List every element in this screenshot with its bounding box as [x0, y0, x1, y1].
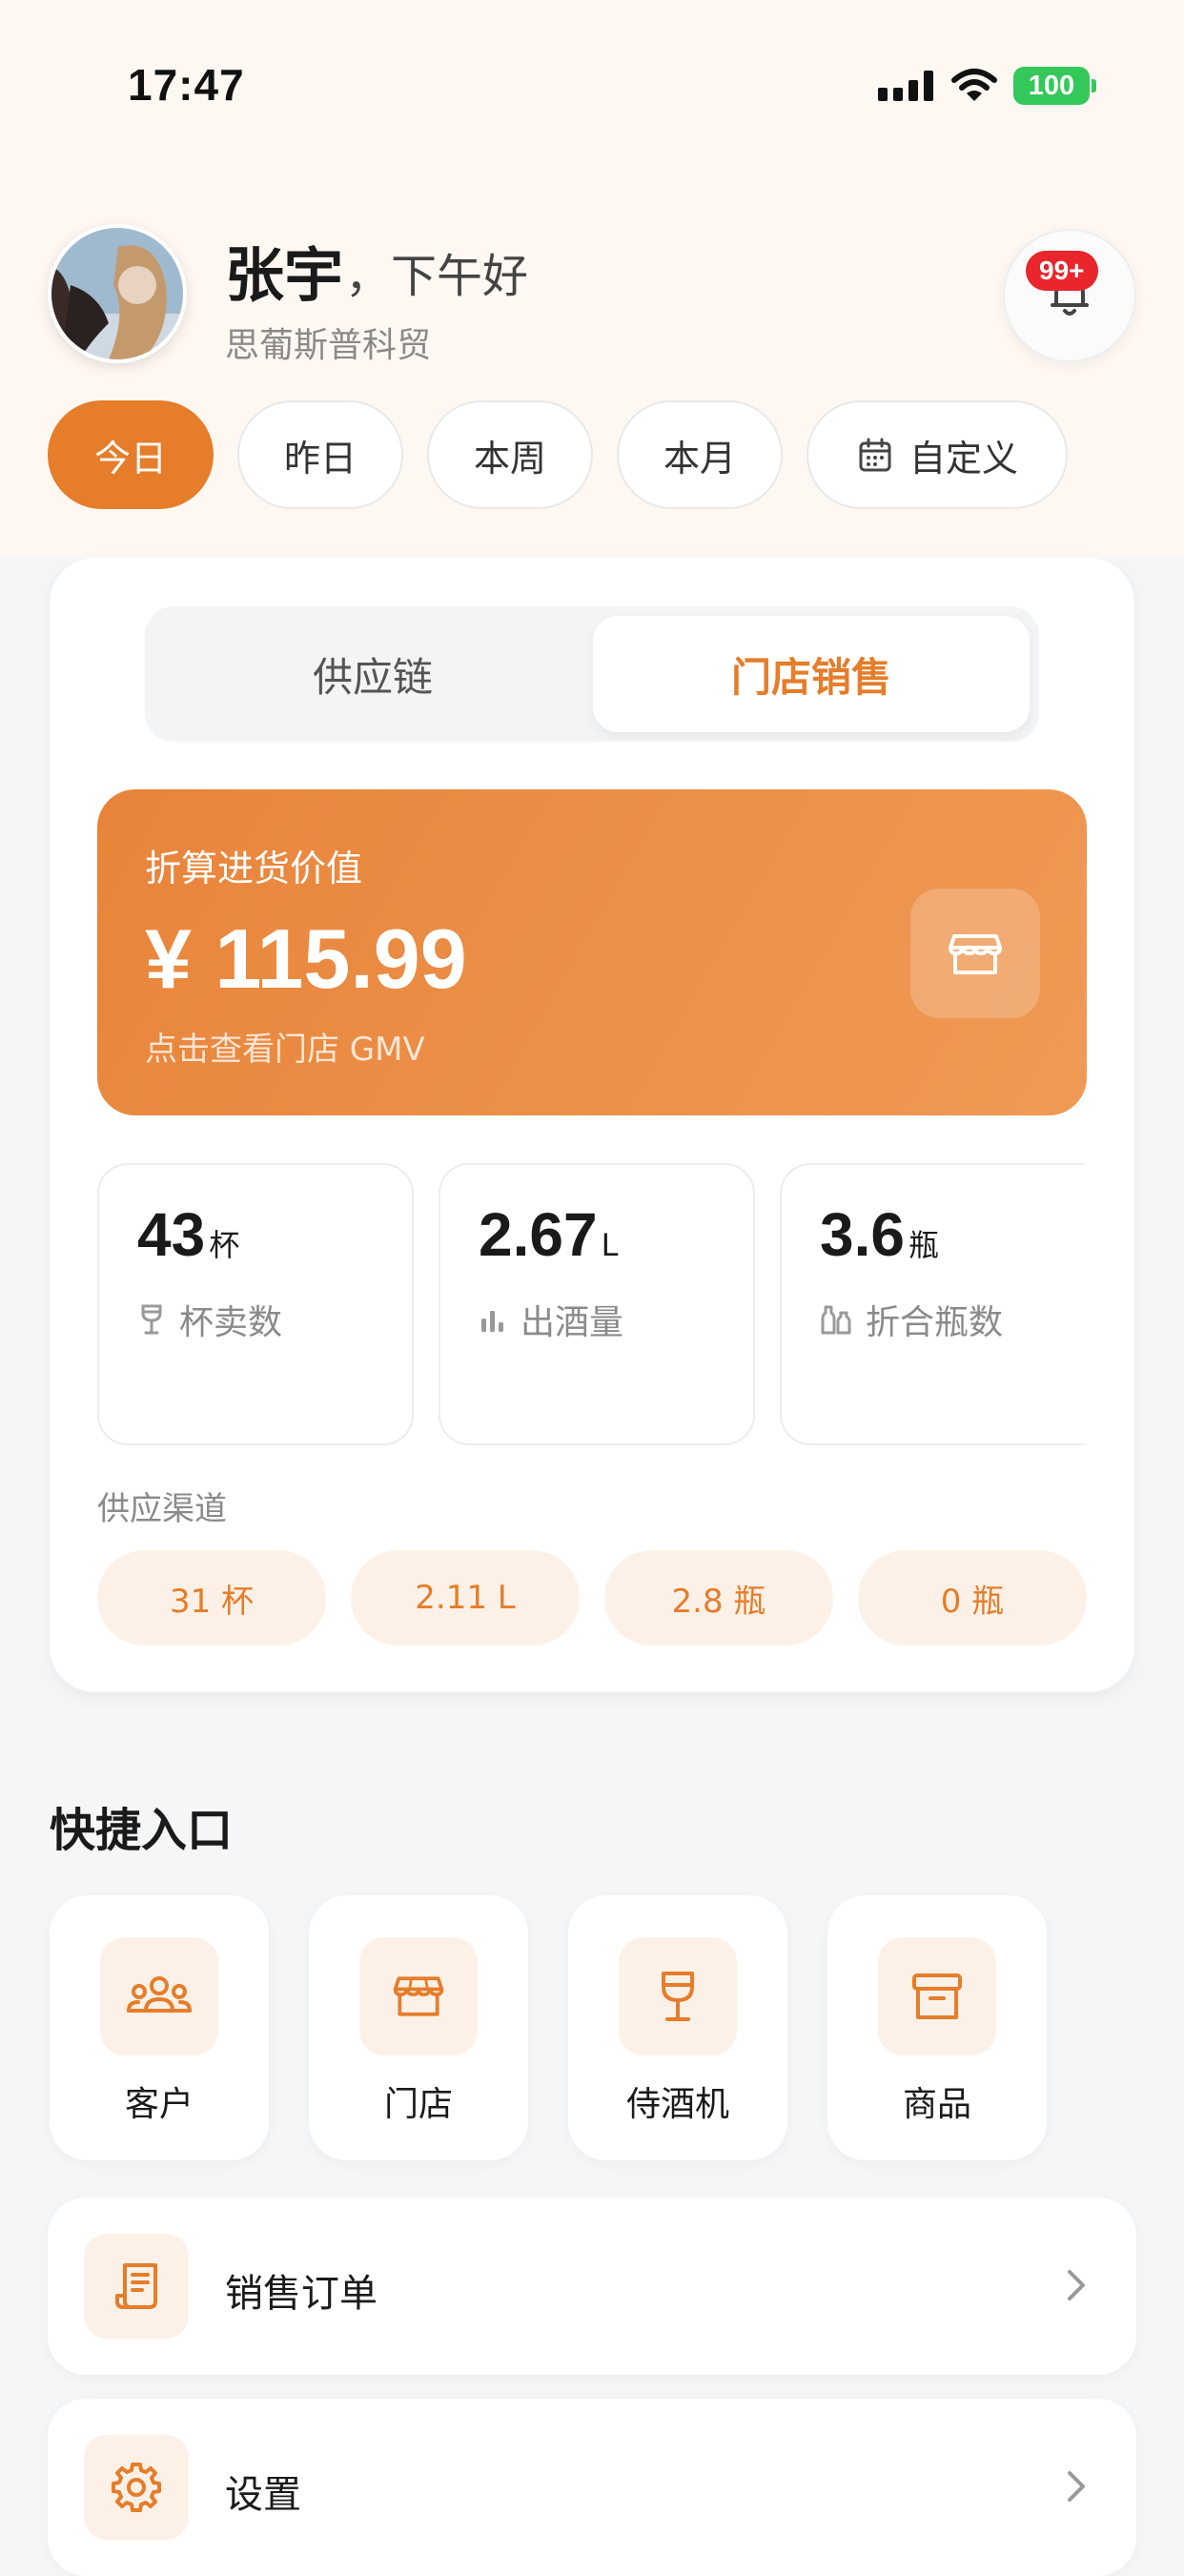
metric-label: 折合瓶数: [820, 1295, 1003, 1344]
filter-chip-label: 昨日: [283, 437, 357, 480]
filter-chip-label: 本月: [663, 437, 736, 480]
quick-entry-stores[interactable]: 门店: [309, 1895, 528, 2160]
metric-value: 2.67 L: [479, 1199, 618, 1270]
tab-label: 供应链: [312, 653, 433, 701]
store-icon: [949, 934, 1002, 974]
wifi-icon: [951, 69, 997, 101]
quick-entry-icon-wrap: [619, 1937, 737, 2055]
customers-icon: [127, 1976, 192, 2013]
quick-entry-icon-wrap: [100, 1937, 218, 2055]
user-name: 张宇: [225, 240, 344, 310]
filter-chip-today[interactable]: 今日: [48, 400, 214, 509]
chevron-right-icon: [1068, 2471, 1085, 2502]
list-icon-wrap: [84, 2435, 189, 2540]
metric-unit: L: [601, 1227, 619, 1263]
quick-entry-label: 侍酒机: [625, 2085, 729, 2124]
chevron-right-icon: [1068, 2270, 1085, 2300]
filter-chip-this-week[interactable]: 本周: [427, 400, 593, 509]
quick-entry-products[interactable]: 商品: [827, 1895, 1047, 2160]
metric-number: 2.67: [479, 1200, 598, 1269]
wine-dispenser-icon: [662, 1972, 694, 2021]
purchase-value-label: 折算进货价值: [145, 848, 363, 889]
metric-label-text: 出酒量: [521, 1303, 624, 1342]
metric-label: 杯卖数: [137, 1295, 282, 1344]
store-icon: [393, 1976, 444, 2016]
quick-entry-icon-wrap: [359, 1937, 478, 2055]
gear-icon: [112, 2463, 161, 2512]
quick-entry-icon-wrap: [878, 1937, 996, 2055]
avatar-image: [51, 228, 183, 359]
menu-item-settings[interactable]: 设置: [48, 2399, 1136, 2576]
quick-entry-wine-dispenser[interactable]: 侍酒机: [568, 1895, 787, 2160]
metric-unit: 杯: [209, 1227, 240, 1263]
notification-badge: 99+: [1026, 251, 1098, 291]
notification-button[interactable]: [1003, 229, 1136, 362]
tab-supply-chain[interactable]: 供应链: [154, 616, 591, 732]
list-icon-wrap: [84, 2234, 189, 2339]
company-name: 思葡斯普科贸: [225, 326, 432, 365]
product-box-icon: [912, 1973, 962, 2019]
metric-number: 43: [137, 1200, 206, 1269]
battery-cap: [1092, 79, 1096, 92]
menu-item-label: 销售订单: [225, 2272, 378, 2316]
bottles-icon: [821, 1305, 851, 1335]
filter-chip-label: 本周: [473, 437, 546, 480]
channel-pill[interactable]: 2.11 L: [351, 1550, 580, 1646]
filter-chip-label: 自定义: [908, 437, 1018, 480]
supply-channels-title: 供应渠道: [97, 1490, 227, 1528]
status-time: 17:47: [128, 60, 245, 110]
quick-entry-label: 客户: [124, 2085, 194, 2124]
metric-label-text: 折合瓶数: [866, 1303, 1004, 1342]
wine-glass-icon: [141, 1304, 162, 1335]
channel-pill[interactable]: 2.8 瓶: [604, 1550, 833, 1646]
metric-unit: 瓶: [908, 1227, 939, 1263]
metric-value: 43 杯: [137, 1199, 239, 1270]
metric-label: 出酒量: [479, 1295, 623, 1344]
receipt-icon: [115, 2263, 157, 2309]
channel-pill[interactable]: 31 杯: [97, 1550, 326, 1646]
calendar-icon: [859, 438, 891, 472]
filter-chip-this-month[interactable]: 本月: [617, 400, 783, 509]
metric-label-text: 杯卖数: [179, 1303, 283, 1342]
metric-card-volume: 2.67 L 出酒量: [439, 1163, 755, 1445]
filter-chip-custom[interactable]: 自定义: [806, 400, 1068, 509]
greeting-text: ，下午好: [345, 250, 529, 303]
quick-entry-label: 门店: [383, 2085, 453, 2124]
quick-entry-customers[interactable]: 客户: [50, 1895, 269, 2160]
metric-number: 3.6: [820, 1200, 905, 1269]
cellular-signal-icon: [878, 71, 933, 101]
menu-item-sales-orders[interactable]: 销售订单: [48, 2198, 1136, 2375]
tab-store-sales[interactable]: 门店销售: [593, 616, 1030, 732]
tab-label: 门店销售: [730, 653, 891, 701]
purchase-value-amount: ¥ 115.99: [145, 911, 467, 1006]
store-gmv-button[interactable]: [910, 889, 1040, 1018]
filter-chip-label: 今日: [93, 437, 167, 480]
battery-indicator: 100: [1013, 67, 1090, 105]
menu-item-label: 设置: [225, 2473, 301, 2517]
metric-card-cups: 43 杯 杯卖数: [97, 1163, 414, 1445]
metric-value: 3.6 瓶: [820, 1199, 939, 1270]
view-gmv-link[interactable]: 点击查看门店 GMV: [145, 1023, 425, 1070]
metric-card-bottles: 3.6 瓶 折合瓶数: [780, 1163, 1085, 1445]
channel-pill[interactable]: 0 瓶: [858, 1550, 1087, 1646]
bar-chart-icon: [481, 1311, 503, 1332]
filter-chip-yesterday[interactable]: 昨日: [237, 400, 403, 509]
status-icons: 100: [878, 67, 1096, 105]
quick-entry-label: 商品: [902, 2085, 971, 2124]
avatar[interactable]: [48, 224, 187, 363]
quick-entry-title: 快捷入口: [50, 1804, 234, 1857]
